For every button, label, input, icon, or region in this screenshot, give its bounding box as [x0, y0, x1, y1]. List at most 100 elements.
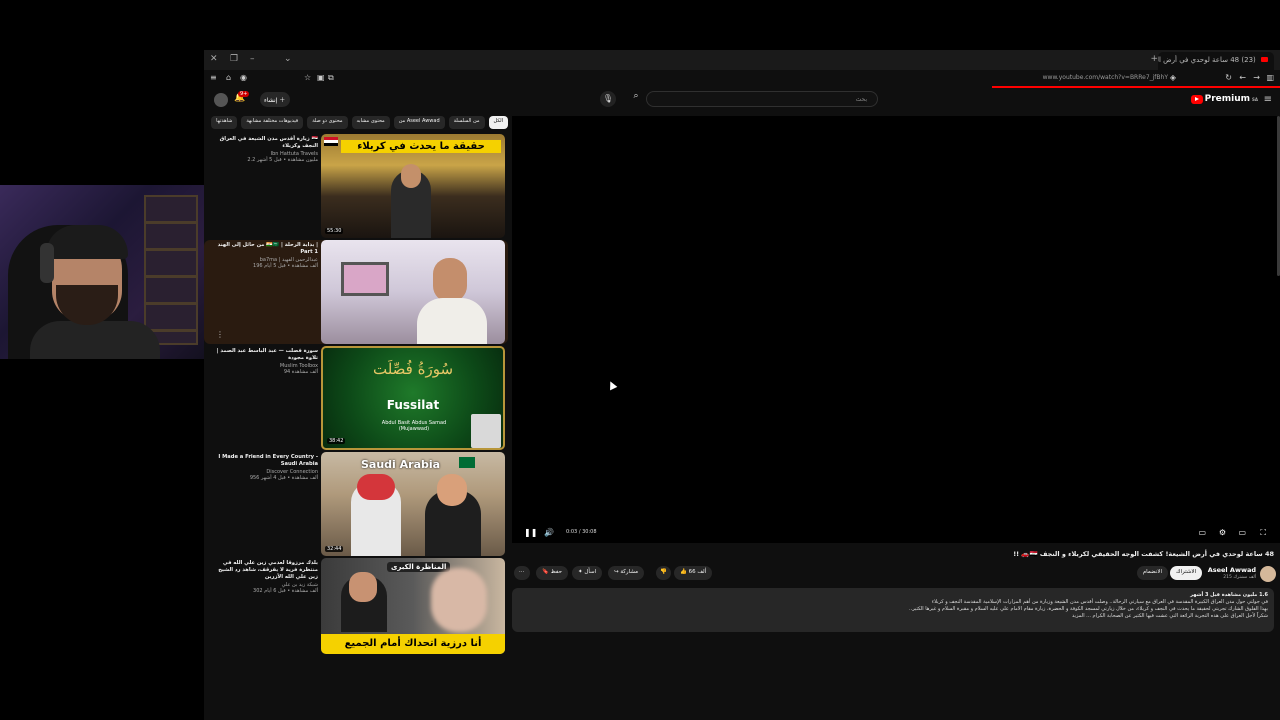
video-meta: زيارة أقدس مدن الشيعة في العراق 🇮🇶 النجف…	[208, 136, 318, 163]
pause-icon[interactable]: ❚❚	[524, 528, 537, 537]
theater-mode-icon[interactable]: ▭	[1238, 528, 1246, 537]
list-item[interactable]: Saudi Arabia 32:44 I Made a Friend in Ev…	[204, 452, 508, 556]
chip-all[interactable]: الكل	[488, 116, 508, 129]
list-item[interactable]: سُورَةُ فُصِّلَت Fussilat Abdul Basit Ab…	[204, 346, 508, 450]
video-player[interactable]	[512, 116, 1280, 543]
browser-window: ✕ ❐ – ⌄ + (23) 48 ساعة لوحدي في أرض الشي…	[204, 50, 1280, 720]
subscribe-button[interactable]: الاشتراك	[1169, 566, 1202, 580]
list-item[interactable]: حقيقة ما يحدث في كربلاء 55:30 زيارة أقدس…	[204, 134, 508, 238]
iraq-flag-icon	[324, 137, 338, 146]
video-title: 48 ساعة لوحدي في أرض الشيعة! كشفت الوجه …	[1013, 550, 1274, 558]
logo-country-code: SA	[1252, 96, 1258, 102]
url-text[interactable]: www.youtube.com/watch?v=BRRe7_jfBhY	[1043, 74, 1168, 81]
join-button[interactable]: الانضمام	[1136, 566, 1168, 580]
channel-name[interactable]: Aseel Awwad	[1208, 566, 1256, 574]
thumbnail-arabic-title: سُورَةُ فُصِّلَت	[372, 360, 454, 378]
sidebar-toggle-icon[interactable]: ▥	[1266, 73, 1274, 82]
streamer-cap	[46, 225, 128, 259]
menu-icon[interactable]: ≡	[210, 73, 217, 82]
volume-icon[interactable]: 🔊	[544, 528, 554, 537]
subtitles-icon[interactable]: ▭	[1198, 528, 1206, 537]
video-stats: 956 ألف مشاهدة • قبل 4 أشهر	[249, 475, 318, 481]
headset	[40, 243, 54, 283]
video-title: زيارة أقدس مدن الشيعة في العراق 🇮🇶 النجف…	[219, 136, 318, 149]
more-actions-icon[interactable]: ⋯	[514, 566, 530, 580]
voice-search-mic-icon[interactable]: 🎙	[600, 91, 616, 107]
shield-icon[interactable]: ◈	[1170, 73, 1176, 82]
duration-badge: 32:44	[325, 546, 344, 552]
chip-watched[interactable]: شاهدتها	[211, 116, 238, 129]
profile-icon[interactable]: ◉	[240, 73, 247, 82]
avatar[interactable]	[214, 93, 228, 107]
address-bar: ≡ ⌂ ◉ ☆ ▣ ⧉ www.youtube.com/watch?v=BRRe…	[204, 70, 1280, 86]
thumbnail-title: Fussilat	[386, 398, 440, 412]
duration-badge: 38:42	[327, 438, 346, 444]
video-thumbnail[interactable]	[321, 240, 505, 344]
player-controls: ❚❚ 🔊 0:03 / 30:08 ▭ ⚙ ▭ ⛶	[512, 524, 1280, 544]
fullscreen-icon[interactable]: ⛶	[1260, 528, 1266, 538]
person-left-headwear	[357, 474, 395, 500]
share-icon: ↪	[614, 569, 619, 575]
forward-icon[interactable]: →	[1253, 73, 1260, 82]
minimize-window-icon[interactable]: –	[250, 54, 255, 64]
bookmark-icon: 🔖	[542, 569, 549, 575]
video-thumbnail[interactable]: Saudi Arabia 32:44	[321, 452, 505, 556]
thumb-down-icon: 👎	[660, 569, 667, 575]
video-title: سورة فصلت — عبد الباسط عبد الصمد | تلاوة…	[216, 348, 318, 361]
thumbnail-title: أنا درزية اتحداك أمام الجميع	[321, 634, 505, 654]
youtube-favicon-icon	[1261, 57, 1268, 62]
person-left-face	[349, 572, 377, 602]
save-label: حفظ	[550, 569, 563, 575]
person-right-blurred	[431, 568, 487, 632]
description-box[interactable]: 1.6 مليون مشاهدة قبل 3 أشهر في جولتي حول…	[512, 588, 1274, 632]
list-item[interactable]: من حائل إلى الهند 🇮🇳🇸🇦 | بداية الرحلة | …	[204, 240, 508, 344]
dislike-button[interactable]: 👎	[656, 566, 671, 580]
active-tab[interactable]: (23) 48 ساعة لوحدي في أرض الشيعة	[1158, 52, 1274, 70]
new-tab-button[interactable]: +	[1150, 54, 1158, 64]
guide-menu-icon[interactable]: ≡	[1264, 94, 1272, 105]
video-thumbnail[interactable]: المناظرة الكبرى أنا درزية اتحداك أمام ال…	[321, 558, 505, 654]
chip-different[interactable]: فيديوهات مختلفة مشابهة	[241, 116, 304, 129]
notifications-bell-icon[interactable]: 🔔 9+	[234, 91, 250, 103]
save-button[interactable]: 🔖 حفظ	[536, 566, 569, 580]
close-window-icon[interactable]: ✕	[210, 54, 218, 64]
youtube-premium-logo[interactable]: Premium SA	[1190, 94, 1258, 104]
like-button[interactable]: 👍 66 ألف	[674, 566, 713, 580]
thumbnail-title: Saudi Arabia	[361, 458, 441, 471]
settings-gear-icon[interactable]: ⚙	[1219, 528, 1226, 537]
video-title: I Made a Friend in Every Country - Saudi…	[218, 454, 318, 467]
search-input[interactable]: بحث	[646, 91, 878, 107]
ask-button[interactable]: ✦ اسأل	[572, 566, 603, 580]
description-line: بهذا الفلوق الشارك تجربتي لحقيقة ما يحدث…	[909, 606, 1268, 612]
subscriber-count: 215 ألف مشترك	[1223, 575, 1256, 580]
chip-similar[interactable]: محتوى مشابه	[351, 116, 390, 129]
chip-related[interactable]: محتوى ذو صلة	[307, 116, 348, 129]
screenshot-icon[interactable]: ⧉	[328, 73, 334, 83]
reload-icon[interactable]: ↻	[1225, 73, 1232, 82]
extensions-icon[interactable]: ⌂	[226, 73, 231, 82]
create-button[interactable]: إنشاء ＋	[260, 92, 290, 107]
restore-window-icon[interactable]: ❐	[230, 54, 238, 64]
tab-bar: ✕ ❐ – ⌄ + (23) 48 ساعة لوحدي في أرض الشي…	[204, 50, 1280, 70]
chip-series[interactable]: من السلسلة	[448, 116, 485, 129]
more-options-icon[interactable]: ⋮	[216, 330, 224, 339]
search-icon[interactable]: ⌕	[626, 91, 646, 107]
share-button[interactable]: ↪ مشاركة	[608, 566, 645, 580]
video-stats: 2.2 مليون مشاهدة • قبل 5 أشهر	[247, 157, 318, 163]
thumbnail-subtitle: Abdul Basit Abdus Samad (Mujawwad)	[381, 420, 447, 432]
video-thumbnail[interactable]: سُورَةُ فُصِّلَت Fussilat Abdul Basit Ab…	[321, 346, 505, 450]
streamer-body	[30, 321, 160, 359]
person-face	[401, 164, 421, 188]
reading-list-icon[interactable]: ▣	[317, 73, 325, 82]
chip-from-channel[interactable]: من Aseel Awwad	[393, 116, 445, 129]
video-thumbnail[interactable]: حقيقة ما يحدث في كربلاء 55:30	[321, 134, 505, 238]
list-item[interactable]: المناظرة الكبرى أنا درزية اتحداك أمام ال…	[204, 558, 508, 654]
back-icon[interactable]: ←	[1239, 73, 1246, 82]
tab-list-chevron-icon[interactable]: ⌄	[284, 54, 292, 64]
description-stats: 1.6 مليون مشاهدة قبل 3 أشهر	[1190, 592, 1268, 598]
reciter-photo	[471, 414, 501, 448]
description-line: شكراً لأجل العراق على هذه التجربة الرائع…	[1072, 613, 1268, 619]
bookmark-star-icon[interactable]: ☆	[304, 73, 311, 82]
channel-avatar[interactable]	[1260, 566, 1276, 582]
person-body	[417, 298, 487, 344]
